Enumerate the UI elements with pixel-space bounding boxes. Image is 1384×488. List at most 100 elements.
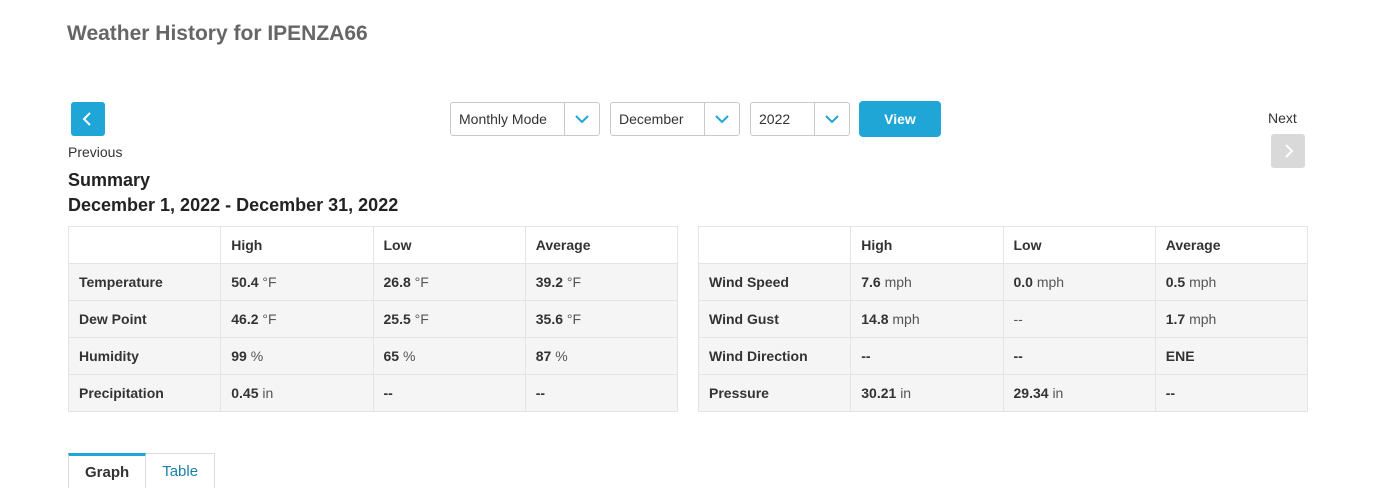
column-header-high: High <box>220 226 374 264</box>
cell-unit: °F <box>566 311 582 327</box>
cell-value: 30.21 <box>861 385 897 401</box>
weather-history-page: Weather History for IPENZA66 Previous Mo… <box>0 0 1384 488</box>
cell-high: 7.6 mph <box>850 263 1004 301</box>
tab-table[interactable]: Table <box>146 453 216 488</box>
row-label: Temperature <box>67 263 222 301</box>
cell-value: 7.6 <box>861 274 881 290</box>
chevron-down-icon <box>575 115 589 124</box>
table-row: Temperature 50.4 °F 26.8 °F 39.2 °F <box>67 263 679 301</box>
row-label: Pressure <box>697 374 852 412</box>
cell-average: 35.6 °F <box>524 300 679 338</box>
table-row: Dew Point 46.2 °F 25.5 °F 35.6 °F <box>67 300 679 338</box>
column-header <box>697 226 852 264</box>
table-row: Pressure 30.21 in 29.34 in -- <box>697 374 1309 412</box>
cell-value: 35.6 <box>535 311 563 327</box>
column-header-low: Low <box>372 226 526 264</box>
cell-value: -- <box>1165 385 1176 401</box>
cell-value: 26.8 <box>383 274 411 290</box>
previous-label[interactable]: Previous <box>68 144 122 160</box>
cell-average: 87 % <box>524 337 679 375</box>
summary-heading: Summary <box>68 170 151 190</box>
previous-button[interactable] <box>71 102 105 136</box>
cell-unit: mph <box>884 274 912 290</box>
row-label: Wind Direction <box>697 337 852 375</box>
cell-value: -- <box>383 385 393 401</box>
month-select[interactable]: December <box>610 102 740 136</box>
cell-high: 50.4 °F <box>220 263 374 301</box>
cell-unit: % <box>402 348 416 364</box>
cell-value: 0.5 <box>1165 274 1186 290</box>
mode-select[interactable]: Monthly Mode <box>450 102 600 136</box>
cell-unit: °F <box>262 311 277 327</box>
cell-value: 0.0 <box>1013 274 1033 290</box>
cell-unit: % <box>250 348 264 364</box>
table-row: Wind Direction -- -- ENE <box>697 337 1309 375</box>
year-select[interactable]: 2022 <box>750 102 850 136</box>
cell-value: 99 <box>231 348 247 364</box>
cell-low: -- <box>372 374 526 412</box>
page-title: Weather History for IPENZA66 <box>67 22 368 45</box>
table-row: Wind Gust 14.8 mph -- 1.7 mph <box>697 300 1309 338</box>
cell-high: 99 % <box>220 337 374 375</box>
year-select-value: 2022 <box>759 111 791 127</box>
month-select-value: December <box>619 111 684 127</box>
cell-value: 14.8 <box>861 311 889 327</box>
cell-average: 39.2 °F <box>524 263 679 301</box>
table-row: Precipitation 0.45 in -- -- <box>67 374 679 412</box>
cell-value: 25.5 <box>383 311 411 327</box>
column-header-average: Average <box>1154 226 1309 264</box>
cell-low: -- <box>1002 337 1156 375</box>
cell-unit: % <box>555 348 568 364</box>
cell-value: -- <box>1013 348 1023 364</box>
chevron-right-icon <box>1285 144 1294 158</box>
tab-graph[interactable]: Graph <box>68 453 147 488</box>
row-label: Wind Gust <box>697 300 852 338</box>
cell-value: -- <box>861 348 871 364</box>
chevron-down-icon <box>715 115 729 124</box>
table-header-row: High Low Average <box>67 226 679 264</box>
next-button[interactable] <box>1271 134 1305 168</box>
cell-unit: °F <box>414 274 429 290</box>
mode-select-arrow[interactable] <box>564 103 599 135</box>
month-select-arrow[interactable] <box>704 103 739 135</box>
table-header-row: High Low Average <box>697 226 1309 264</box>
summary-table-left: High Low Average Temperature 50.4 °F 26.… <box>67 226 679 412</box>
cell-average: 0.5 mph <box>1154 263 1309 301</box>
year-select-arrow[interactable] <box>814 103 849 135</box>
view-tabs: Graph Table <box>68 453 216 488</box>
next-label[interactable]: Next <box>1268 110 1297 126</box>
cell-value: ENE <box>1165 348 1195 364</box>
cell-value: 0.45 <box>231 385 259 401</box>
cell-high: 46.2 °F <box>220 300 374 338</box>
cell-low: 65 % <box>372 337 526 375</box>
column-header-average: Average <box>524 226 679 264</box>
row-label: Wind Speed <box>697 263 852 301</box>
cell-value: 50.4 <box>231 274 259 290</box>
cell-unit: °F <box>414 311 429 327</box>
cell-high: 14.8 mph <box>850 300 1004 338</box>
cell-unit: in <box>1052 385 1064 401</box>
cell-low: 25.5 °F <box>372 300 526 338</box>
cell-low: 0.0 mph <box>1002 263 1156 301</box>
cell-low: 29.34 in <box>1002 374 1156 412</box>
cell-unit: in <box>900 385 912 401</box>
cell-unit: mph <box>1189 311 1217 327</box>
cell-value: 29.34 <box>1013 385 1049 401</box>
date-range: December 1, 2022 - December 31, 2022 <box>68 195 399 215</box>
view-button[interactable]: View <box>859 101 941 137</box>
cell-value: 65 <box>383 348 400 364</box>
mode-select-value: Monthly Mode <box>459 111 547 127</box>
cell-value: 1.7 <box>1165 311 1186 327</box>
cell-unit: -- <box>1013 311 1023 327</box>
cell-high: -- <box>850 337 1004 375</box>
cell-value: 46.2 <box>231 311 259 327</box>
cell-average: -- <box>1154 374 1309 412</box>
cell-low: -- <box>1002 300 1156 338</box>
cell-average: 1.7 mph <box>1154 300 1309 338</box>
cell-unit: °F <box>262 274 277 290</box>
summary-table-right: High Low Average Wind Speed 7.6 mph 0.0 … <box>697 226 1309 412</box>
cell-unit: °F <box>566 274 582 290</box>
column-header-high: High <box>850 226 1004 264</box>
row-label: Humidity <box>67 337 222 375</box>
table-row: Humidity 99 % 65 % 87 % <box>67 337 679 375</box>
